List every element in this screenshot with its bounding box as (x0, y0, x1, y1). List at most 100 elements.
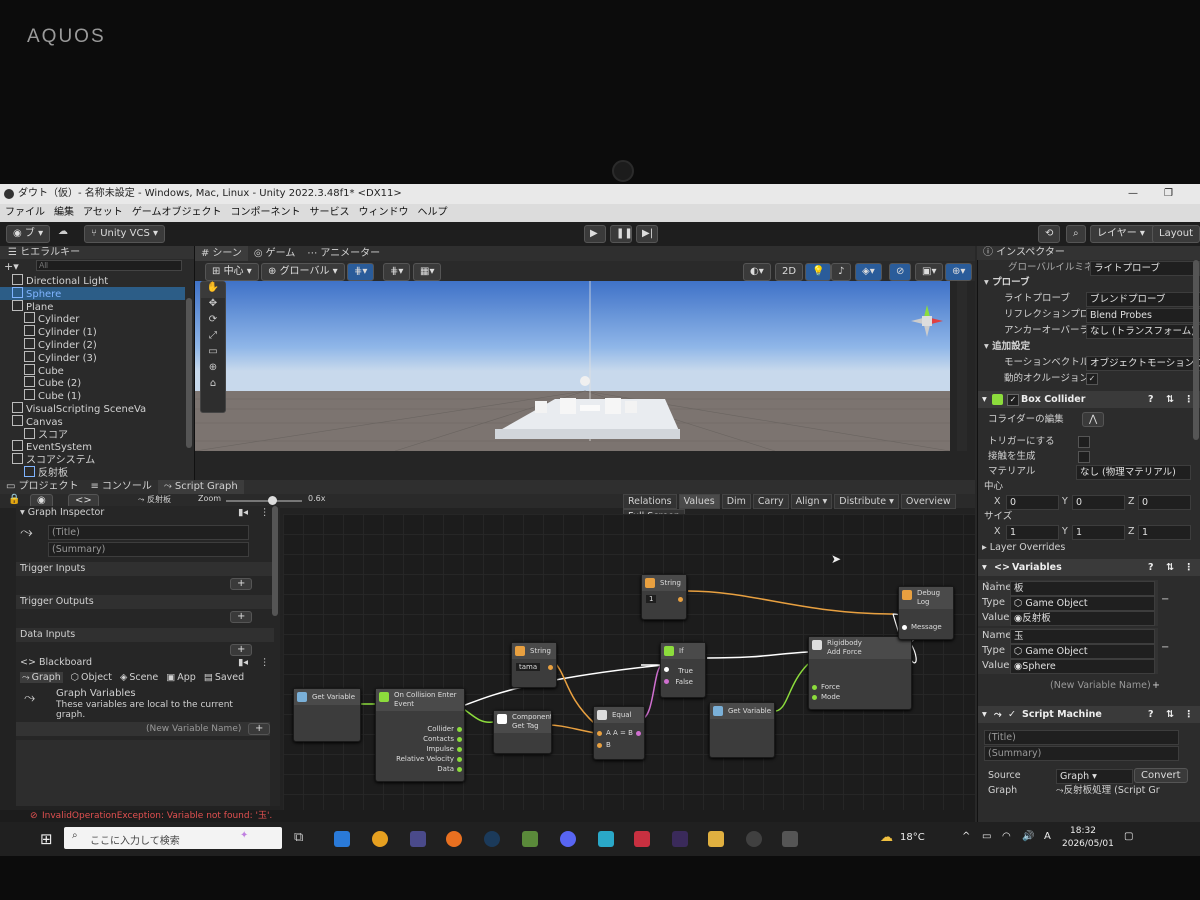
output-port[interactable] (548, 665, 553, 670)
var1-name-field[interactable]: 板 (1010, 581, 1155, 596)
taskbar-search[interactable]: ⌕ ここに入力して検索 ✦ (64, 827, 282, 849)
task-view-icon[interactable]: ⧉ (294, 830, 303, 845)
zoom-slider[interactable] (226, 496, 302, 505)
var2-type-dropdown[interactable]: ⬡ Game Object (1010, 644, 1155, 659)
gizmos-icon[interactable]: ⊕▾ (945, 263, 973, 281)
rigidbody-add-force-node[interactable]: Rigidbody Add Force Force Mode (808, 636, 912, 710)
temperature[interactable]: 18°C (900, 832, 925, 843)
if-node[interactable]: If True False (660, 642, 706, 698)
remove-var1-button[interactable]: − (1161, 594, 1169, 605)
layers-dropdown[interactable]: レイヤー ▾ (1090, 225, 1156, 243)
graph-inspector-header[interactable]: ▾ Graph Inspector ▮◂ ⋮ (16, 506, 274, 520)
is-trigger-checkbox[interactable] (1078, 436, 1090, 448)
source-dropdown[interactable]: Graph ▾ (1056, 769, 1133, 784)
hierarchy-item[interactable]: Directional Light (0, 274, 185, 287)
data-port[interactable] (457, 757, 462, 762)
get-variable-node-2[interactable]: Get Variable (709, 702, 775, 758)
error-message[interactable]: InvalidOperationException: Variable not … (42, 810, 272, 822)
graph-toolbar-button[interactable]: Align ▾ (790, 494, 833, 509)
unity-taskbar-icon[interactable] (782, 831, 798, 847)
reflection-probe-dropdown[interactable]: Blend Probes (1086, 308, 1200, 323)
menu-item[interactable]: サービス (310, 207, 350, 218)
notification-icon[interactable]: ▢ (1124, 831, 1133, 842)
inspector-scrollbar[interactable] (1193, 260, 1199, 440)
get-variable-node-1[interactable]: Get Variable (293, 688, 361, 742)
oculus-icon[interactable] (746, 831, 762, 847)
pause-icon[interactable]: ❚❚ (610, 225, 633, 243)
graph-toolbar-button[interactable]: Values (678, 494, 720, 509)
scene-tab[interactable]: ⋯ アニメーター (301, 246, 386, 261)
hierarchy-item[interactable]: Cube (1) (0, 389, 185, 402)
hierarchy-item[interactable]: スコアシステム (0, 453, 185, 466)
add-icon[interactable]: +▾ (4, 260, 19, 273)
transform-tool-icon[interactable]: ⊕ (201, 362, 225, 378)
hierarchy-item[interactable]: 反射板 (0, 465, 185, 479)
data-port[interactable] (457, 747, 462, 752)
weather-icon[interactable]: ☁ (880, 830, 893, 845)
var2-value-field[interactable]: ◉Sphere (1010, 659, 1155, 674)
add-variable-button[interactable]: + (1152, 678, 1160, 693)
center-y-field[interactable]: 0 (1072, 495, 1125, 510)
graph-summary-field[interactable]: (Summary) (48, 542, 249, 557)
dynamic-occlusion-checkbox[interactable]: ✓ (1086, 373, 1098, 385)
graph-toolbar-button[interactable]: Overview (900, 494, 956, 509)
output-port[interactable] (678, 597, 683, 602)
var1-value-field[interactable]: ◉反射板 (1010, 611, 1155, 626)
node-value-field[interactable]: 1 (646, 595, 657, 603)
mode-2d-button[interactable]: 2D (775, 263, 804, 281)
hierarchy-item[interactable]: Cylinder (1) (0, 325, 185, 338)
data-port[interactable] (457, 727, 462, 732)
convert-button[interactable]: Convert (1134, 768, 1188, 783)
chrome-icon[interactable] (372, 831, 388, 847)
grid-snap-button[interactable]: ⋕▾ (347, 263, 375, 281)
hierarchy-item[interactable]: Plane (0, 299, 185, 313)
size-z-field[interactable]: 1 (1138, 525, 1191, 540)
hierarchy-item[interactable]: Cylinder (2) (0, 337, 185, 351)
center-z-field[interactable]: 0 (1138, 495, 1191, 510)
file-explorer-icon[interactable] (708, 831, 724, 847)
equal-node[interactable]: Equal A A = B B (593, 706, 645, 760)
sm-title-field[interactable]: (Title) (984, 730, 1179, 745)
add-trigger-output-button[interactable]: + (230, 611, 253, 623)
debug-message-port[interactable] (902, 625, 907, 630)
hierarchy-search-input[interactable] (36, 260, 182, 271)
center-x-field[interactable]: 0 (1006, 495, 1059, 510)
maximize-icon[interactable]: ❐ (1164, 184, 1173, 204)
help-icon[interactable]: ? (1148, 391, 1154, 408)
scale-tool-icon[interactable]: ⤢ (201, 330, 225, 346)
ruler-button[interactable]: ▦▾ (413, 263, 442, 281)
hand-tool-icon[interactable]: ✋ (201, 282, 225, 298)
hierarchy-item[interactable]: EventSystem (0, 440, 185, 453)
probes-header[interactable]: ▾ プローブ (984, 275, 1030, 290)
cloud-icon[interactable]: ☁ (58, 226, 68, 237)
vcs-button[interactable]: ⑂ Unity VCS ▾ (84, 225, 166, 243)
if-condition-port[interactable] (664, 679, 669, 684)
rect-tool-icon[interactable]: ▭ (201, 346, 225, 362)
data-port[interactable] (812, 685, 817, 690)
cat-app-icon[interactable] (672, 831, 688, 847)
minimize-icon[interactable]: — (1128, 184, 1138, 204)
tray-overflow-icon[interactable]: ^ (962, 831, 970, 842)
visual-studio-icon[interactable] (410, 831, 426, 847)
bottom-tab[interactable]: ⤳ Script Graph (157, 480, 244, 494)
new-variable-input[interactable]: (New Variable Name) (1050, 678, 1151, 693)
var2-name-field[interactable]: 玉 (1010, 629, 1155, 644)
string-1-node[interactable]: String 1 (641, 574, 687, 620)
hierarchy-scrollbar[interactable] (186, 298, 192, 448)
additional-settings-header[interactable]: ▾ 追加設定 (984, 339, 1030, 354)
inspector-tab[interactable]: ⓘ インスペクター (983, 246, 1065, 260)
menu-item[interactable]: ヘルプ (418, 207, 448, 218)
files-app-icon[interactable] (334, 831, 350, 847)
on-collision-enter-node[interactable]: On Collision Enter Event Collider Contacts I… (375, 688, 465, 782)
hierarchy-item[interactable]: Cube (0, 363, 185, 377)
graph-toolbar-button[interactable]: Dim (721, 494, 751, 509)
blender-icon[interactable] (446, 831, 462, 847)
global-illum-field[interactable]: ライトプローブ (1090, 261, 1200, 276)
add-graph-variable-button[interactable]: + (248, 723, 271, 735)
clock-date[interactable]: 2026/05/01 (1062, 839, 1114, 849)
search-icon[interactable]: ⌕ (1066, 225, 1086, 243)
account-button[interactable]: ◉ ブ ▾ (6, 225, 51, 243)
wifi-icon[interactable]: ◠ (1002, 831, 1011, 842)
graph-title-field[interactable]: (Title) (48, 525, 249, 540)
data-port[interactable] (457, 767, 462, 772)
